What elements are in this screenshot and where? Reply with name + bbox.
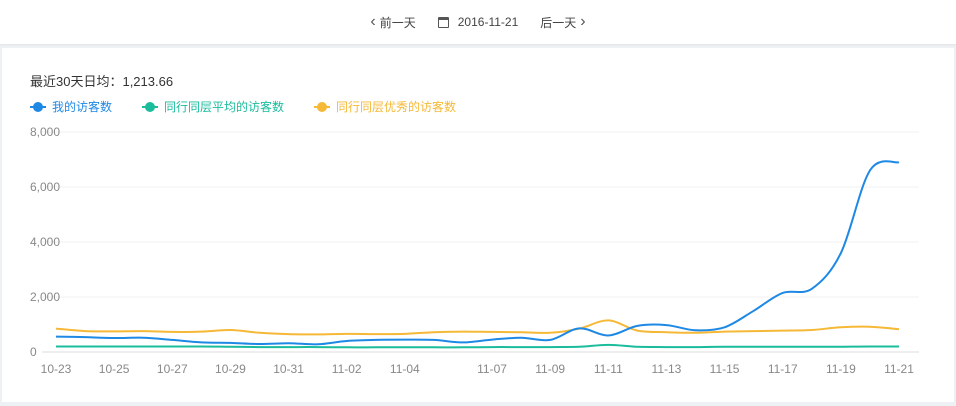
legend-label: 同行同层平均的访客数 — [164, 100, 285, 114]
x-tick-label: 11-19 — [826, 362, 856, 376]
legend-item-1[interactable]: 同行同层平均的访客数 — [142, 98, 284, 115]
x-tick-label: 11-13 — [652, 362, 682, 376]
next-day-button[interactable]: 后一天 › — [540, 14, 589, 31]
chevron-right-icon: › — [580, 13, 586, 30]
x-tick-label: 11-21 — [884, 362, 914, 376]
current-date: 2016-11-21 — [457, 15, 519, 29]
chevron-left-icon: ‹ — [370, 13, 376, 30]
legend-label: 同行同层优秀的访客数 — [336, 100, 457, 114]
legend-swatch-icon — [314, 101, 331, 112]
x-tick-label: 11-15 — [710, 362, 740, 376]
legend-swatch-icon — [142, 101, 159, 112]
y-tick-label: 0 — [30, 345, 37, 359]
x-tick-label: 11-17 — [768, 362, 798, 376]
series-line-1[interactable] — [55, 343, 899, 349]
legend-item-2[interactable]: 同行同层优秀的访客数 — [314, 98, 456, 115]
legend-label: 我的访客数 — [52, 100, 113, 114]
prev-day-label: 前一天 — [379, 15, 416, 30]
y-tick-label: 8,000 — [30, 125, 60, 139]
x-tick-label: 11-07 — [477, 362, 507, 376]
average-value: 1,213.66 — [122, 74, 174, 89]
x-tick-label: 10-27 — [157, 362, 188, 376]
date-picker[interactable]: 2016-11-21 — [437, 15, 519, 29]
calendar-icon — [437, 16, 449, 28]
legend-item-0[interactable]: 我的访客数 — [30, 98, 112, 115]
y-tick-label: 4,000 — [30, 235, 60, 249]
average-summary: 最近30天日均：1,213.66 — [30, 71, 173, 90]
date-navigator: ‹ 前一天 2016-11-21 后一天 › — [0, 0, 956, 44]
x-tick-label: 10-29 — [215, 362, 246, 376]
series-line-2[interactable] — [55, 319, 900, 336]
chart-legend: 我的访客数 同行同层平均的访客数 同行同层优秀的访客数 — [30, 98, 486, 115]
prev-day-button[interactable]: ‹ 前一天 — [366, 14, 415, 31]
average-label: 最近30天日均： — [30, 74, 123, 89]
x-tick-label: 11-02 — [332, 362, 362, 376]
series-line-0[interactable] — [55, 160, 900, 346]
x-tick-label: 10-31 — [273, 362, 304, 376]
x-tick-label: 11-11 — [594, 362, 623, 376]
x-tick-label: 11-09 — [535, 362, 565, 376]
next-day-label: 后一天 — [540, 15, 577, 30]
x-tick-label: 11-04 — [390, 362, 420, 376]
y-tick-label: 6,000 — [30, 180, 60, 194]
x-tick-label: 10-25 — [99, 362, 130, 376]
visitor-chart-card: 0 2,000 4,000 6,000 8,000 10-23 10-25 10-27 10-2… — [2, 48, 954, 402]
y-tick-label: 2,000 — [30, 290, 60, 304]
legend-swatch-icon — [30, 101, 46, 112]
x-tick-label: 10-23 — [41, 362, 72, 376]
